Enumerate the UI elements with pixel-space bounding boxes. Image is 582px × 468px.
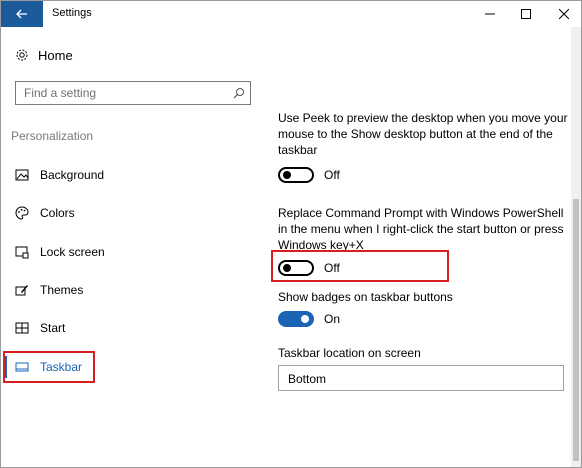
main-content: Use Peek to preview the desktop when you…	[261, 27, 571, 467]
sidebar-item-label: Lock screen	[40, 245, 105, 259]
peek-toggle[interactable]	[278, 167, 314, 183]
badges-description: Show badges on taskbar buttons	[278, 290, 453, 304]
sidebar-item-label: Themes	[40, 283, 84, 297]
palette-icon	[15, 206, 29, 220]
close-icon	[559, 9, 569, 19]
scrollbar[interactable]	[571, 27, 581, 467]
taskbar-location-dropdown[interactable]: Bottom	[278, 365, 564, 391]
back-arrow-icon	[16, 9, 27, 19]
gear-icon	[16, 49, 28, 61]
powershell-description: Replace Command Prompt with Windows Powe…	[278, 206, 564, 252]
window-title: Settings	[52, 7, 92, 19]
paintbrush-icon	[15, 285, 28, 296]
minimize-icon	[485, 13, 495, 15]
search-box	[15, 81, 251, 105]
sidebar-item-background[interactable]: Background	[1, 158, 261, 192]
sidebar-item-lock-screen[interactable]: Lock screen	[1, 235, 261, 269]
toggle-knob	[283, 171, 291, 179]
highlight-box-powershell-toggle	[271, 250, 449, 282]
scrollbar-thumb[interactable]	[573, 199, 579, 461]
sidebar-item-label: Background	[40, 168, 105, 182]
lock-screen-icon	[15, 246, 29, 259]
close-button[interactable]	[547, 1, 581, 27]
peek-toggle-row: Off	[278, 166, 340, 184]
badges-toggle-row: On	[278, 310, 340, 328]
maximize-icon	[521, 9, 531, 19]
sidebar-item-themes[interactable]: Themes	[1, 273, 261, 307]
sidebar-item-start[interactable]: Start	[1, 311, 261, 345]
sidebar-item-label: Colors	[40, 206, 75, 220]
picture-icon	[15, 169, 29, 181]
home-link[interactable]: Home	[15, 45, 73, 65]
minimize-button[interactable]	[473, 1, 507, 27]
badges-toggle[interactable]	[278, 311, 314, 327]
search-input[interactable]	[16, 82, 226, 104]
section-title: Personalization	[11, 129, 94, 143]
start-grid-icon	[15, 322, 29, 334]
peek-description: Use Peek to preview the desktop when you…	[278, 111, 568, 157]
peek-toggle-state: Off	[324, 168, 340, 182]
highlight-box-taskbar	[3, 351, 95, 383]
back-button[interactable]	[1, 1, 43, 27]
sidebar-item-label: Start	[40, 321, 66, 335]
location-label: Taskbar location on screen	[278, 346, 421, 360]
badges-toggle-state: On	[324, 312, 341, 326]
maximize-button[interactable]	[509, 1, 543, 27]
search-icon[interactable]	[233, 87, 245, 99]
settings-window: Settings Home Personalization Backgro	[0, 0, 582, 468]
toggle-knob	[301, 315, 309, 323]
dropdown-value: Bottom	[288, 372, 327, 386]
home-label: Home	[38, 47, 73, 63]
title-bar: Settings	[1, 1, 581, 27]
sidebar-item-colors[interactable]: Colors	[1, 196, 261, 230]
